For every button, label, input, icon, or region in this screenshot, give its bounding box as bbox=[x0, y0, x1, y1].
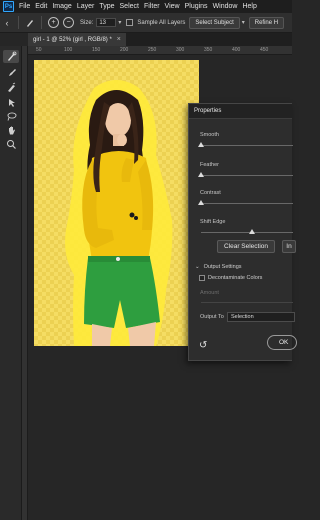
add-to-selection-icon[interactable]: + bbox=[48, 17, 59, 28]
document-canvas[interactable] bbox=[34, 60, 199, 346]
menu-file[interactable]: File bbox=[19, 3, 30, 10]
brush-tool-icon[interactable] bbox=[3, 66, 19, 79]
sample-all-layers-label: Sample All Layers bbox=[137, 19, 186, 26]
refine-edge-brush-icon[interactable] bbox=[3, 81, 19, 94]
contrast-slider[interactable] bbox=[201, 203, 293, 204]
lasso-tool-icon[interactable] bbox=[3, 110, 19, 123]
invert-button[interactable]: In bbox=[282, 240, 296, 253]
ruler-label: 450 bbox=[260, 47, 269, 53]
output-settings-label: Output Settings bbox=[203, 264, 242, 270]
menu-image[interactable]: Image bbox=[52, 3, 71, 10]
document-tab-bar: girl - 1 @ 52% (girl , RGB/8) * × bbox=[28, 33, 292, 46]
brush-icon[interactable] bbox=[23, 16, 37, 30]
zoom-tool-icon[interactable] bbox=[3, 138, 19, 151]
feather-slider[interactable] bbox=[201, 175, 293, 176]
reset-icon[interactable]: ↺ bbox=[199, 340, 207, 351]
quick-selection-tool-icon[interactable] bbox=[3, 50, 19, 63]
object-selection-icon[interactable] bbox=[3, 96, 19, 109]
menu-window[interactable]: Window bbox=[213, 3, 238, 10]
feather-label: Feather bbox=[200, 162, 219, 168]
menu-help[interactable]: Help bbox=[242, 3, 256, 10]
horizontal-ruler: 50 100 150 200 250 300 350 400 450 bbox=[28, 46, 292, 55]
photo-girl bbox=[65, 80, 173, 346]
document-tab[interactable]: girl - 1 @ 52% (girl , RGB/8) * × bbox=[28, 33, 126, 46]
ruler-label: 150 bbox=[92, 47, 101, 53]
clear-selection-button[interactable]: Clear Selection bbox=[217, 240, 275, 253]
output-to-label: Output To bbox=[200, 314, 224, 320]
smooth-label: Smooth bbox=[200, 132, 219, 138]
ruler-label: 250 bbox=[148, 47, 157, 53]
chevron-down-icon: ⌄ bbox=[195, 264, 200, 270]
menu-edit[interactable]: Edit bbox=[35, 3, 47, 10]
properties-title: Properties bbox=[189, 104, 292, 119]
feather-slider-thumb[interactable] bbox=[198, 172, 204, 177]
options-bar: ‹ + − Size: 13 ▾ Sample All Layers Selec… bbox=[0, 13, 292, 33]
ruler-label: 100 bbox=[64, 47, 73, 53]
menu-plugins[interactable]: Plugins bbox=[185, 3, 208, 10]
chevron-down-icon[interactable]: ▾ bbox=[118, 19, 121, 26]
shift-edge-slider-thumb[interactable] bbox=[248, 229, 255, 234]
ok-button[interactable]: OK bbox=[267, 335, 297, 350]
size-label: Size: bbox=[80, 19, 94, 26]
ruler-label: 200 bbox=[120, 47, 129, 53]
smooth-slider-thumb[interactable] bbox=[198, 142, 204, 147]
tools-panel bbox=[0, 46, 22, 520]
ruler-label: 400 bbox=[232, 47, 241, 53]
decontaminate-checkbox[interactable] bbox=[199, 275, 205, 281]
shift-edge-slider[interactable] bbox=[201, 232, 293, 233]
select-subject-button[interactable]: Select Subject bbox=[189, 16, 240, 29]
contrast-slider-thumb[interactable] bbox=[198, 200, 204, 205]
close-icon[interactable]: × bbox=[117, 36, 121, 43]
divider bbox=[18, 16, 19, 29]
document-tab-title: girl - 1 @ 52% (girl , RGB/8) * bbox=[33, 36, 112, 43]
output-to-select[interactable]: Selection bbox=[227, 312, 295, 322]
ruler-label: 300 bbox=[176, 47, 185, 53]
ruler-label: 50 bbox=[36, 47, 42, 53]
divider bbox=[41, 16, 42, 29]
size-input[interactable]: 13 bbox=[96, 18, 117, 27]
refine-hair-button[interactable]: Refine H bbox=[248, 16, 285, 29]
menu-bar: Ps File Edit Image Layer Type Select Fil… bbox=[0, 0, 292, 13]
menu-layer[interactable]: Layer bbox=[77, 3, 95, 10]
chevron-left-icon[interactable]: ‹ bbox=[0, 16, 14, 30]
menu-select[interactable]: Select bbox=[120, 3, 139, 10]
ps-logo-icon[interactable]: Ps bbox=[3, 1, 14, 12]
menu-type[interactable]: Type bbox=[99, 3, 114, 10]
amount-slider bbox=[201, 302, 293, 303]
vertical-ruler bbox=[22, 46, 28, 520]
menu-filter[interactable]: Filter bbox=[144, 3, 160, 10]
ruler-label: 350 bbox=[204, 47, 213, 53]
amount-label: Amount bbox=[200, 290, 219, 296]
decontaminate-colors-row[interactable]: Decontaminate Colors bbox=[199, 275, 262, 281]
output-settings-header[interactable]: ⌄ Output Settings bbox=[195, 264, 242, 270]
chevron-down-icon[interactable]: ▾ bbox=[242, 19, 245, 26]
hand-tool-icon[interactable] bbox=[3, 124, 19, 137]
subtract-from-selection-icon[interactable]: − bbox=[63, 17, 74, 28]
shift-edge-label: Shift Edge bbox=[200, 219, 226, 225]
decontaminate-label: Decontaminate Colors bbox=[208, 275, 263, 281]
smooth-slider[interactable] bbox=[201, 145, 293, 146]
contrast-label: Contrast bbox=[200, 190, 221, 196]
menu-view[interactable]: View bbox=[165, 3, 180, 10]
sample-all-layers-checkbox[interactable] bbox=[126, 19, 134, 26]
properties-panel: Properties Smooth Feather Contrast Shift… bbox=[188, 103, 296, 361]
